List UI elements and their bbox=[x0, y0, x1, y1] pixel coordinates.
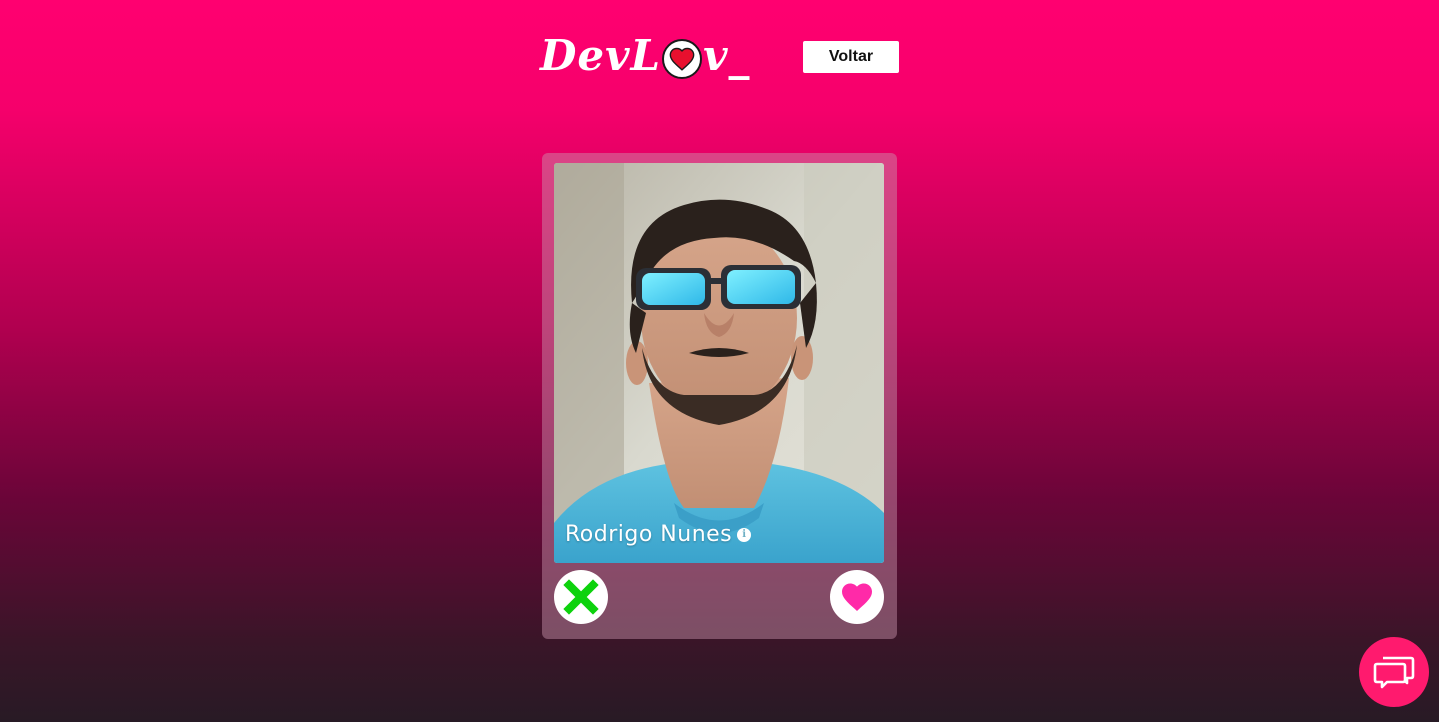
back-button[interactable]: Voltar bbox=[803, 41, 899, 73]
chat-bubbles-icon bbox=[1373, 656, 1415, 689]
like-button[interactable] bbox=[830, 570, 884, 624]
profile-card[interactable]: Rodrigo Nunes i bbox=[542, 153, 897, 639]
profile-name: Rodrigo Nunes bbox=[565, 522, 733, 547]
logo-text-suffix: v_ bbox=[703, 31, 751, 80]
info-icon[interactable]: i bbox=[737, 527, 752, 542]
profile-name-row: Rodrigo Nunes i bbox=[565, 522, 752, 547]
heart-icon bbox=[842, 583, 872, 611]
logo-heart-icon bbox=[662, 39, 703, 79]
dislike-button[interactable] bbox=[554, 570, 608, 624]
chat-button[interactable] bbox=[1359, 637, 1429, 707]
profile-photo: Rodrigo Nunes i bbox=[554, 163, 884, 563]
logo: DevL v_ bbox=[540, 30, 751, 82]
logo-text-prefix: DevL bbox=[540, 31, 662, 80]
close-icon bbox=[563, 579, 599, 615]
